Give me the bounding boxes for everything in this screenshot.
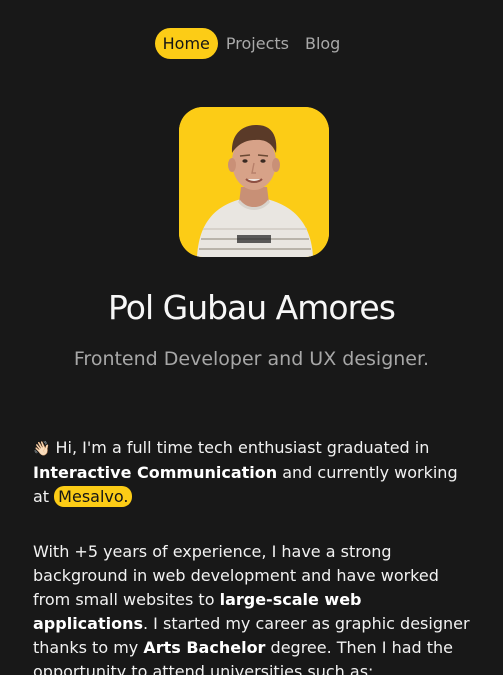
experience-paragraph: With +5 years of experience, I have a st…	[33, 540, 478, 675]
intro-degree: Interactive Communication	[33, 463, 278, 482]
profile-name: Pol Gubau Amores	[108, 288, 396, 327]
company-link-mesalvo[interactable]: Mesalvo.	[54, 486, 133, 507]
main-nav: Home Projects Blog	[0, 27, 503, 59]
waving-hand-icon: 👋🏻	[33, 441, 51, 457]
nav-blog-link[interactable]: Blog	[297, 28, 348, 59]
intro-paragraph: 👋🏻 Hi, I'm a full time tech enthusiast g…	[33, 436, 478, 509]
nav-projects-link[interactable]: Projects	[218, 28, 297, 59]
nav-home-link[interactable]: Home	[154, 27, 218, 59]
avatar-portrait-image	[179, 107, 329, 257]
experience-highlight-degree: Arts Bachelor	[143, 638, 266, 657]
profile-avatar	[179, 107, 329, 257]
profile-role: Frontend Developer and UX designer.	[73, 348, 430, 370]
intro-text-1: Hi, I'm a full time tech enthusiast grad…	[50, 438, 430, 457]
